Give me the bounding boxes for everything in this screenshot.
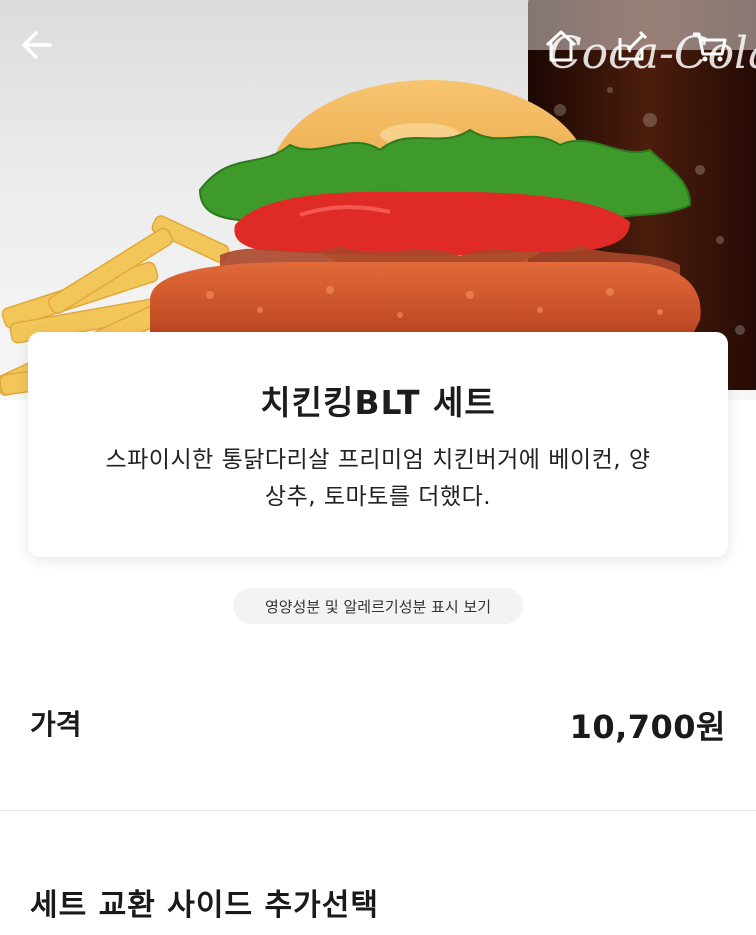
back-button[interactable] bbox=[20, 28, 70, 74]
set-side-option-title: 세트 교환 사이드 추가선택 bbox=[30, 888, 379, 923]
price-value: 10,700원 bbox=[569, 708, 726, 746]
edit-icon bbox=[618, 30, 648, 61]
home-button[interactable] bbox=[543, 28, 585, 70]
cart-button[interactable] bbox=[690, 28, 734, 70]
top-navigation-bar bbox=[0, 0, 756, 100]
price-label: 가격 bbox=[30, 708, 82, 741]
nutrition-allergen-button[interactable]: 영양성분 및 알레르기성분 표시 보기 bbox=[233, 588, 523, 624]
arrow-left-icon bbox=[22, 31, 52, 59]
section-divider bbox=[0, 810, 756, 811]
price-row: 가격 10,700원 bbox=[0, 680, 756, 770]
product-description: 스파이시한 통닭다리살 프리미엄 치킨버거에 베이컨, 양상추, 토마토를 더했… bbox=[105, 447, 651, 510]
product-info-card: 치킨킹BLT 세트 스파이시한 통닭다리살 프리미엄 치킨버거에 베이컨, 양상… bbox=[28, 332, 728, 557]
cart-icon bbox=[693, 32, 727, 62]
edit-button[interactable] bbox=[614, 28, 656, 70]
product-title: 치킨킹BLT 세트 bbox=[260, 383, 496, 422]
home-icon bbox=[545, 30, 577, 62]
